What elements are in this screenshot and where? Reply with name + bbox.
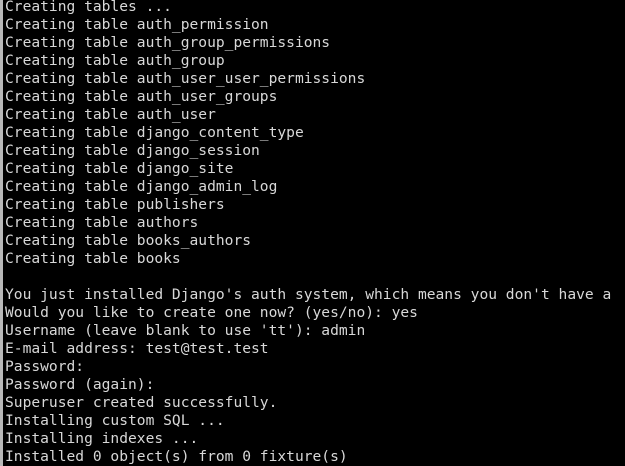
output-line: Creating table auth_group xyxy=(5,52,225,69)
output-line: Creating table auth_user_groups xyxy=(5,88,278,105)
output-line: Installing custom SQL ... xyxy=(5,412,225,429)
output-line: Creating table django_site xyxy=(5,160,234,177)
terminal-output: Creating tables ... Creating table auth_… xyxy=(5,0,625,466)
prompt-line: Password: xyxy=(5,358,85,375)
output-line: Creating table auth_group_permissions xyxy=(5,34,331,51)
output-line: Creating table auth_user xyxy=(5,106,216,123)
output-line: You just installed Django's auth system,… xyxy=(5,286,612,303)
output-line: Installed 0 object(s) from 0 fixture(s) xyxy=(5,448,348,465)
output-line: Installing indexes ... xyxy=(5,430,199,447)
output-line: Superuser created successfully. xyxy=(5,394,278,411)
output-line: Creating table django_content_type xyxy=(5,124,304,141)
terminal-window[interactable]: Creating tables ... Creating table auth_… xyxy=(0,0,625,466)
output-line: Creating table books xyxy=(5,250,181,267)
output-line: Creating table django_admin_log xyxy=(5,178,278,195)
output-line: Creating table books_authors xyxy=(5,232,252,249)
output-line: Creating table django_session xyxy=(5,142,260,159)
output-line: Creating table auth_user_user_permission… xyxy=(5,70,366,87)
prompt-line: Password (again): xyxy=(5,376,155,393)
output-line: Creating tables ... xyxy=(5,0,172,15)
prompt-line: E-mail address: test@test.test xyxy=(5,340,269,357)
prompt-line: Would you like to create one now? (yes/n… xyxy=(5,304,418,321)
output-line: Creating table authors xyxy=(5,214,199,231)
prompt-line: Username (leave blank to use 'tt'): admi… xyxy=(5,322,366,339)
output-line: Creating table auth_permission xyxy=(5,16,269,33)
output-line: Creating table publishers xyxy=(5,196,225,213)
window-border xyxy=(0,0,3,466)
